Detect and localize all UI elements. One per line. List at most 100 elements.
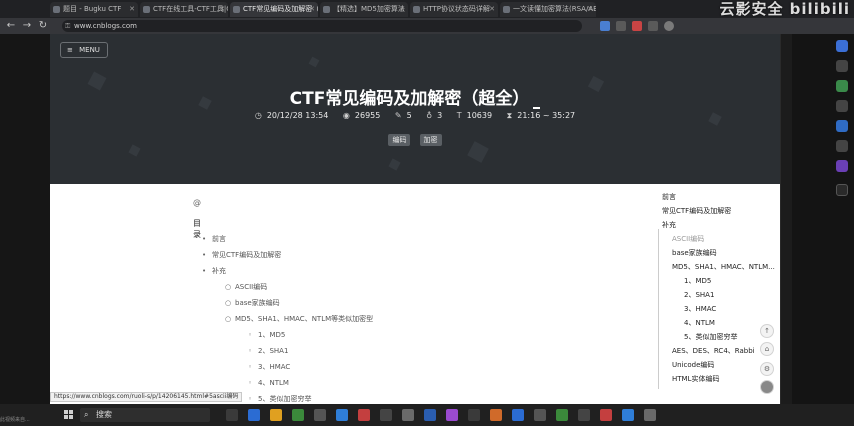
browser-tab-active[interactable]: CTF常见编码及加解密（超全✕ (230, 2, 318, 17)
forward-icon[interactable]: → (20, 19, 34, 33)
taskbar-app-icon[interactable] (380, 409, 392, 421)
side-panel-icon[interactable] (836, 120, 848, 132)
taskbar-app-icon[interactable] (490, 409, 502, 421)
side-toc-link[interactable]: 补充 (662, 220, 676, 230)
taskbar-app-icon[interactable] (534, 409, 546, 421)
toc-link[interactable]: • 前言 (202, 234, 226, 244)
extension-icon[interactable] (648, 21, 658, 31)
side-toc-link[interactable]: 3、HMAC (684, 304, 716, 314)
side-panel-icon[interactable] (836, 160, 848, 172)
side-toc-link[interactable]: 2、SHA1 (684, 290, 714, 300)
toc-link[interactable]: ◦ 2、SHA1 (248, 346, 288, 356)
windows-start-icon[interactable] (64, 410, 74, 420)
side-toc-link[interactable]: 1、MD5 (684, 276, 711, 286)
tag-chip[interactable]: 编码 (388, 134, 411, 146)
taskbar-app-icon[interactable] (270, 409, 282, 421)
taskbar-app-icon[interactable] (622, 409, 634, 421)
tab-close-icon[interactable]: ✕ (219, 2, 225, 17)
tab-favicon-icon (503, 6, 510, 13)
side-toc-link[interactable]: Unicode编码 (672, 360, 714, 370)
taskbar-app-icon[interactable] (292, 409, 304, 421)
taskbar-app-icon[interactable] (446, 409, 458, 421)
side-toc-link[interactable]: AES、DES、RC4、Rabbi (672, 346, 755, 356)
address-input[interactable]: ⚿ www.cnblogs.com (62, 20, 582, 32)
page-left-margin (0, 34, 50, 404)
address-text: www.cnblogs.com (74, 22, 137, 30)
taskbar-app-icon[interactable] (556, 409, 568, 421)
taskbar-app-icon[interactable] (336, 409, 348, 421)
extension-icon[interactable] (616, 21, 626, 31)
taskbar-app-icon[interactable] (424, 409, 436, 421)
likes-meta: ♁ 3 (423, 111, 445, 120)
side-panel-icon[interactable] (836, 140, 848, 152)
browser-tab[interactable]: 题目 - Bugku CTF ✕ (50, 2, 138, 17)
taskbar-app-icon[interactable] (358, 409, 370, 421)
profile-avatar[interactable] (664, 21, 674, 31)
browser-tab[interactable]: CTF在线工具-CTF工具|CTF✕ (140, 2, 228, 17)
tab-close-icon[interactable]: ✕ (129, 2, 135, 17)
toc-link[interactable]: ○ base家族编码 (225, 298, 280, 308)
taskbar-app-icon[interactable] (644, 409, 656, 421)
taskbar-app-icon[interactable] (226, 409, 238, 421)
browser-side-panel (792, 34, 854, 404)
readtime-meta: ⧗ 21:16 ~ 35:27 (504, 111, 579, 120)
browser-tab[interactable]: 【精选】MD5加密算法 ✕ (320, 2, 408, 17)
tab-close-icon[interactable]: ✕ (489, 2, 495, 17)
taskbar-app-icon[interactable] (314, 409, 326, 421)
back-to-top-button[interactable]: ↑ (760, 324, 774, 338)
menu-label: MENU (79, 46, 100, 54)
tab-close-icon[interactable]: ✕ (587, 2, 593, 17)
taskbar-app-icon[interactable] (468, 409, 480, 421)
browser-tab[interactable]: 一文读懂加密算法(RSA/AES ✕ (500, 2, 596, 17)
post-tags: 编码 加密 (50, 127, 780, 146)
decor-shape (128, 144, 141, 157)
browser-tab-strip: 题目 - Bugku CTF✕ CTF在线工具-CTF工具|CTF✕ CTF常见… (0, 0, 854, 18)
extension-icon[interactable] (600, 21, 610, 31)
taskbar-app-icon[interactable] (600, 409, 612, 421)
taskbar-app-icon[interactable] (402, 409, 414, 421)
toc-link-label: 2、SHA1 (258, 347, 289, 355)
side-panel-icon[interactable] (836, 60, 848, 72)
address-bar-row: ← → ↻ ⚿ www.cnblogs.com (0, 18, 854, 34)
side-panel-icon[interactable] (836, 80, 848, 92)
side-panel-icon[interactable] (836, 40, 848, 52)
toc-link[interactable]: • 补充 (202, 266, 226, 276)
extension-icon[interactable] (632, 21, 642, 31)
tab-close-icon[interactable]: ✕ (309, 2, 315, 17)
back-icon[interactable]: ← (4, 19, 18, 33)
taskbar-app-icon[interactable] (248, 409, 260, 421)
taskbar-app-icon[interactable] (512, 409, 524, 421)
side-toc-link-active[interactable]: ASCII编码 (672, 234, 704, 244)
side-toc-link[interactable]: 常见CTF编码及加解密 (662, 206, 731, 216)
side-toc-link[interactable]: 4、NTLM (684, 318, 715, 328)
avatar[interactable] (760, 380, 774, 394)
tab-title: CTF常见编码及加解密（超全 (243, 5, 318, 13)
taskbar-app-icon[interactable] (578, 409, 590, 421)
text-cursor (533, 107, 541, 109)
side-toc-link[interactable]: 5、类似加密穷举 (684, 332, 737, 342)
toc-link[interactable]: ◦ 4、NTLM (248, 378, 289, 388)
search-label: 搜索 (96, 410, 112, 419)
side-panel-icon[interactable] (836, 100, 848, 112)
menu-button[interactable]: ≡ MENU (60, 42, 108, 58)
home-button[interactable]: ⌂ (760, 342, 774, 356)
hourglass-icon: ⧗ (506, 111, 513, 120)
side-toc-link[interactable]: HTML实体编码 (672, 374, 719, 384)
toc-link[interactable]: ○ ASCII编码 (225, 282, 267, 292)
side-toc-link[interactable]: 前言 (662, 192, 676, 202)
likes-value: 3 (437, 111, 443, 120)
taskbar-search[interactable]: ⌕ 搜索 (80, 408, 210, 422)
side-toc-link[interactable]: base家族编码 (672, 248, 717, 258)
toc-link[interactable]: ◦ 5、类似加密穷举 (248, 394, 311, 404)
side-panel-add-icon[interactable] (836, 184, 848, 196)
toc-link[interactable]: ◦ 1、MD5 (248, 330, 285, 340)
settings-button[interactable]: ⚙ (760, 362, 774, 376)
tag-chip[interactable]: 加密 (419, 134, 442, 146)
tab-close-icon[interactable]: ✕ (399, 2, 405, 17)
toc-link[interactable]: ○ MD5、SHA1、HMAC、NTLM等类似加密型 (225, 314, 373, 324)
toc-link[interactable]: ◦ 3、HMAC (248, 362, 290, 372)
toc-link[interactable]: • 常见CTF编码及加解密 (202, 250, 281, 260)
reload-icon[interactable]: ↻ (36, 19, 50, 33)
browser-tab[interactable]: HTTP协议状态码详解 ✕ (410, 2, 498, 17)
side-toc-link[interactable]: MD5、SHA1、HMAC、NTLM... (672, 262, 775, 272)
